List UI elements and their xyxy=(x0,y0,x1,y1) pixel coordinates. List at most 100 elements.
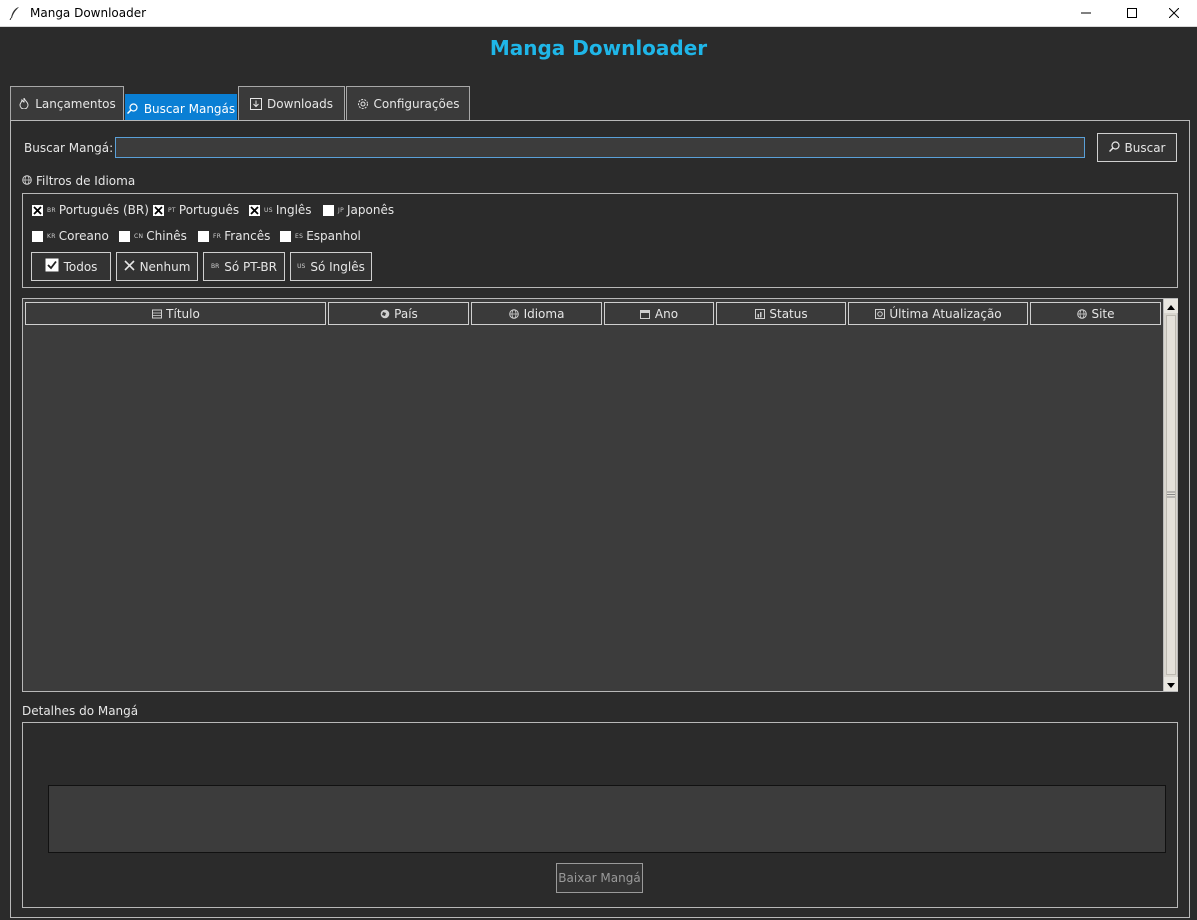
checkbox-lang-fr[interactable]: FR Francês xyxy=(198,229,270,243)
checkbox-unchecked xyxy=(323,204,334,216)
arrow-up-icon xyxy=(1167,299,1175,313)
column-header-titulo[interactable]: Título xyxy=(25,302,326,325)
checkbox-lang-pt[interactable]: PT Português xyxy=(153,203,239,217)
only-english-button[interactable]: US Só Inglês xyxy=(290,252,372,281)
results-scrollbar[interactable] xyxy=(1163,299,1178,691)
fire-icon xyxy=(18,98,30,110)
column-header-site[interactable]: Site xyxy=(1030,302,1161,325)
column-label: Última Atualização xyxy=(889,306,1002,321)
checkbox-lang-us[interactable]: US Inglês xyxy=(249,203,312,217)
tab-label: Downloads xyxy=(267,96,333,111)
window-title: Manga Downloader xyxy=(30,6,147,20)
lang-label: Francês xyxy=(224,229,271,243)
checkbox-unchecked xyxy=(280,230,291,242)
checkbox-lang-cn[interactable]: CN Chinês xyxy=(119,229,187,243)
check-icon xyxy=(45,258,59,275)
checkbox-lang-jp[interactable]: JP Japonês xyxy=(323,203,394,217)
column-header-status[interactable]: Status xyxy=(716,302,846,325)
filters-heading: Filtros de Idioma xyxy=(22,174,135,188)
feather-icon xyxy=(8,6,22,20)
close-button[interactable] xyxy=(1151,0,1197,27)
select-all-languages-button[interactable]: Todos xyxy=(31,252,111,281)
lang-code: CN xyxy=(134,232,144,240)
column-label: Idioma xyxy=(523,306,565,321)
globe-icon xyxy=(379,308,390,319)
details-text-area[interactable] xyxy=(48,785,1166,853)
column-label: Título xyxy=(166,306,200,321)
minimize-button[interactable] xyxy=(1063,0,1109,27)
only-ptbr-button[interactable]: BR Só PT-BR xyxy=(203,252,285,281)
lang-label: Coreano xyxy=(58,229,109,243)
lang-label: Inglês xyxy=(275,203,312,217)
column-header-ultima-atualizacao[interactable]: Última Atualização xyxy=(848,302,1028,325)
search-button[interactable]: Buscar xyxy=(1097,133,1177,162)
checkbox-checked xyxy=(249,204,260,216)
download-manga-button[interactable]: Baixar Mangá xyxy=(556,863,643,893)
lang-code: PT xyxy=(168,206,176,214)
app-title: Manga Downloader xyxy=(489,36,708,60)
x-icon xyxy=(123,259,135,274)
checkbox-checked xyxy=(32,204,43,216)
checkbox-lang-br[interactable]: BR Português (BR) xyxy=(32,203,149,217)
select-none-languages-button[interactable]: Nenhum xyxy=(116,252,198,281)
button-label: Todos xyxy=(63,259,98,274)
lang-code: ES xyxy=(295,232,304,240)
tab-lancamentos[interactable]: Lançamentos xyxy=(10,86,124,120)
button-label: Só Inglês xyxy=(310,259,365,274)
tab-label: Lançamentos xyxy=(35,96,116,111)
lang-code: FR xyxy=(213,232,222,240)
lang-code: KR xyxy=(47,232,56,240)
calendar-icon xyxy=(640,308,651,319)
checkbox-lang-es[interactable]: ES Espanhol xyxy=(280,229,361,243)
column-label: País xyxy=(394,306,418,321)
column-label: Status xyxy=(769,306,808,321)
tab-downloads[interactable]: Downloads xyxy=(238,86,345,120)
arrow-down-icon xyxy=(1167,677,1175,691)
results-table[interactable] xyxy=(22,298,1178,692)
tab-buscar-mangas[interactable]: Buscar Mangás xyxy=(125,94,237,122)
checkbox-unchecked xyxy=(198,230,209,242)
chart-icon xyxy=(754,308,765,319)
grip-icon xyxy=(1167,488,1175,502)
checkbox-unchecked xyxy=(32,230,43,242)
scroll-down-button[interactable] xyxy=(1164,677,1178,691)
column-header-ano[interactable]: Ano xyxy=(604,302,714,325)
maximize-icon xyxy=(1127,7,1137,21)
column-label: Site xyxy=(1091,306,1115,321)
tab-label: Configurações xyxy=(373,96,460,111)
checkbox-checked xyxy=(153,204,164,216)
button-label: Baixar Mangá xyxy=(558,871,641,885)
magnifier-icon xyxy=(127,103,139,115)
column-header-idioma[interactable]: Idioma xyxy=(471,302,602,325)
web-icon xyxy=(1076,308,1087,319)
button-label: Só PT-BR xyxy=(224,259,277,274)
scroll-up-button[interactable] xyxy=(1164,299,1178,313)
maximize-button[interactable] xyxy=(1109,0,1155,27)
lang-label: Chinês xyxy=(146,229,187,243)
gear-icon xyxy=(357,98,369,110)
filters-label: Filtros de Idioma xyxy=(36,174,136,188)
refresh-icon xyxy=(874,308,885,319)
minimize-icon xyxy=(1081,7,1091,21)
search-label: Buscar Mangá: xyxy=(24,141,114,155)
lang-code: JP xyxy=(338,206,344,214)
lang-code: US xyxy=(297,263,306,270)
lang-code: BR xyxy=(47,206,56,214)
tab-label: Buscar Mangás xyxy=(143,101,236,116)
search-input[interactable] xyxy=(115,137,1085,158)
lang-label: Português (BR) xyxy=(58,203,149,217)
lang-label: Português xyxy=(178,203,240,217)
button-label: Nenhum xyxy=(139,259,191,274)
close-icon xyxy=(1168,7,1180,21)
column-label: Ano xyxy=(654,306,679,321)
magnifier-icon xyxy=(1108,140,1120,155)
language-icon xyxy=(509,308,520,319)
details-label: Detalhes do Mangá xyxy=(22,704,139,718)
lang-code: US xyxy=(264,206,273,214)
checkbox-lang-kr[interactable]: KR Coreano xyxy=(32,229,109,243)
column-header-pais[interactable]: País xyxy=(328,302,469,325)
language-icon xyxy=(22,174,32,188)
scrollbar-thumb[interactable] xyxy=(1166,315,1176,675)
tab-configuracoes[interactable]: Configurações xyxy=(346,86,470,120)
lang-label: Espanhol xyxy=(306,229,361,243)
